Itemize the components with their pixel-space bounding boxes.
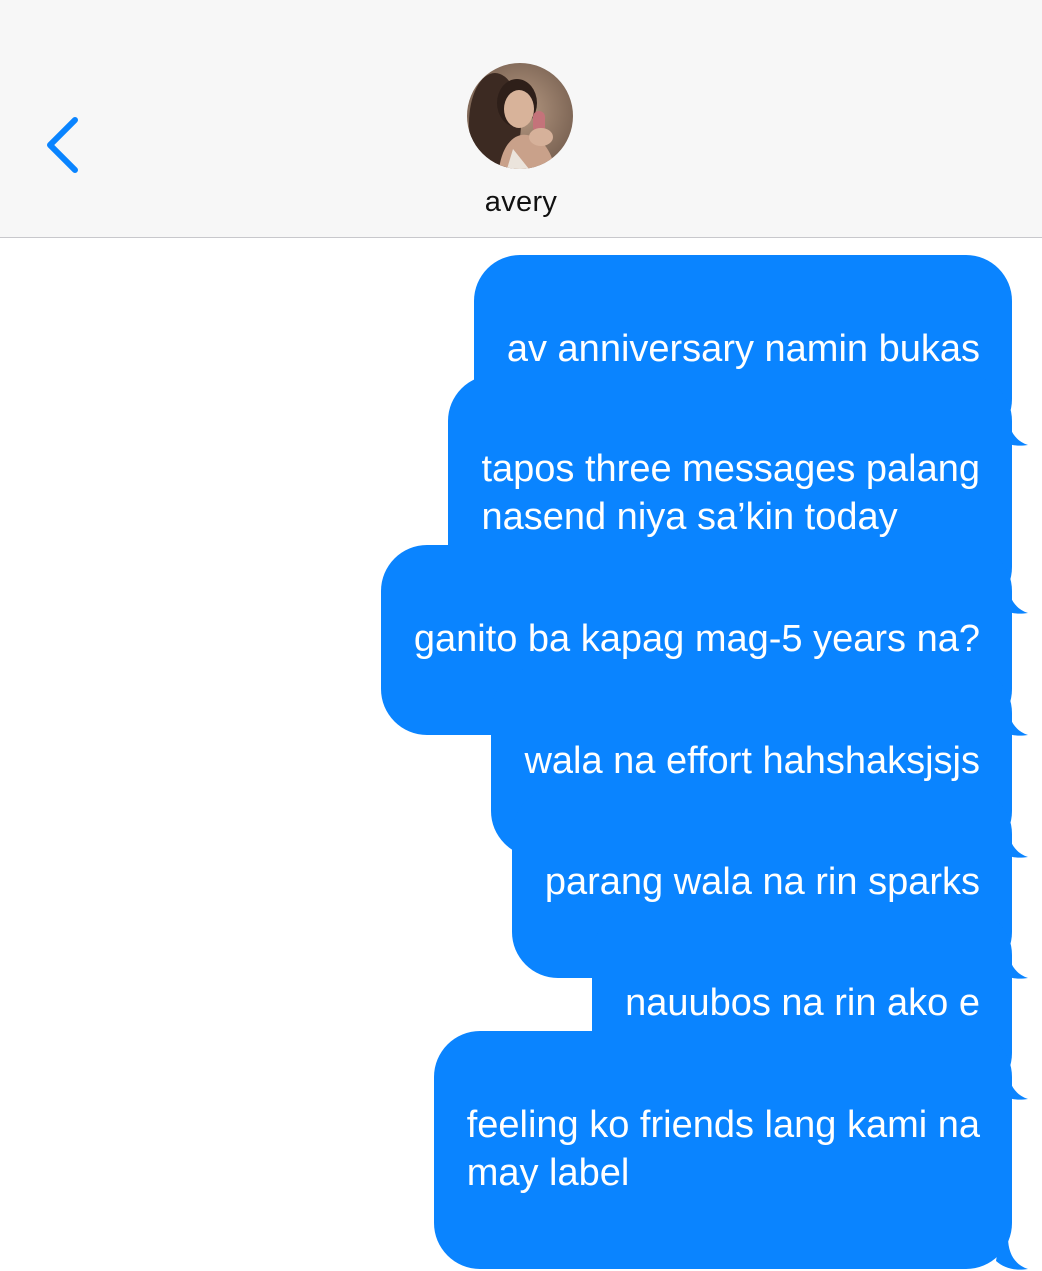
- chevron-left-icon: [47, 117, 78, 173]
- conversation-header: avery: [0, 0, 1042, 238]
- message-text: feeling ko friends lang kami na may labe…: [466, 1104, 980, 1194]
- message-text: ganito ba kapag mag-5 years na?: [413, 618, 980, 660]
- contact-photo: [467, 63, 573, 169]
- message-text: av anniversary namin bukas: [506, 328, 980, 370]
- message-thread: av anniversary namin bukas tapos three m…: [0, 238, 1042, 1270]
- message-text: parang wala na rin sparks: [544, 861, 980, 903]
- back-button[interactable]: [38, 110, 88, 180]
- message-bubble[interactable]: feeling ko friends lang kami na may labe…: [433, 1031, 1028, 1270]
- message-text: nauubos na rin ako e: [625, 982, 980, 1024]
- message-text: wala na effort hahshaksjsjs: [524, 740, 980, 782]
- contact-name[interactable]: avery: [0, 186, 1042, 219]
- avatar[interactable]: [467, 63, 573, 169]
- message-text: tapos three messages palang nasend niya …: [481, 448, 980, 538]
- bubble-tail: [996, 1237, 1028, 1270]
